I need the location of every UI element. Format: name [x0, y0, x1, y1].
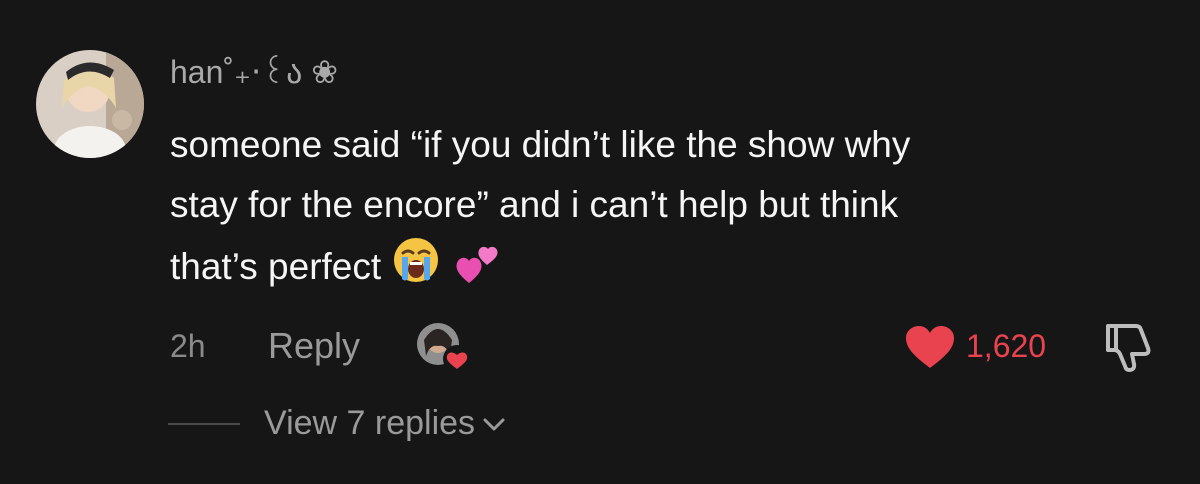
comment-line: someone said “if you didn’t like the sho… — [170, 124, 911, 165]
user-avatar[interactable] — [36, 50, 144, 158]
comment-timestamp: 2h — [170, 328, 206, 364]
heart-icon — [906, 326, 954, 368]
comment-line: that’s perfect — [170, 246, 382, 287]
loudly-crying-face-icon — [391, 235, 441, 285]
creator-liked-avatar — [416, 322, 472, 374]
comment-text: someone said “if you didn’t like the sho… — [170, 115, 1170, 297]
dislike-button[interactable] — [1100, 320, 1158, 374]
thumbs-down-icon — [1106, 324, 1151, 372]
view-replies-button[interactable]: View 7 replies — [264, 402, 505, 444]
like-button[interactable] — [904, 324, 956, 370]
replies-divider — [168, 423, 240, 425]
comment-username[interactable]: han˚₊‧꒰ა ❀ — [170, 52, 338, 92]
reply-button[interactable]: Reply — [268, 324, 360, 368]
like-count: 1,620 — [966, 328, 1047, 364]
comment-last-line: that’s perfect — [170, 235, 1170, 297]
comment-line: stay for the encore” and i can’t help bu… — [170, 184, 899, 225]
view-replies-label: View 7 replies — [264, 404, 476, 442]
chevron-down-icon — [483, 418, 505, 432]
two-hearts-icon — [455, 239, 501, 285]
